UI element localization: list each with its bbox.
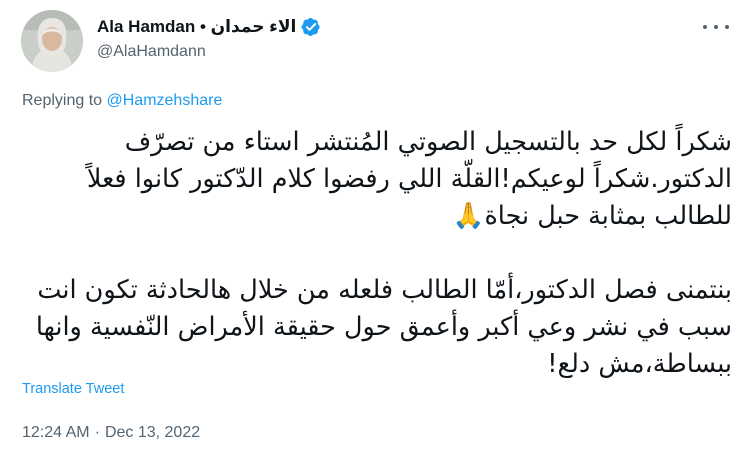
more-dot: [725, 25, 729, 29]
tweet-text: شكراً لكل حد بالتسجيل الصوتي المُنتشر اس…: [20, 124, 732, 383]
replying-to: Replying to @Hamzehshare: [22, 92, 222, 110]
more-dot: [714, 25, 718, 29]
tweet-paragraph-2: بنتمنى فصل الدكتور،أمّا الطالب فلعله من …: [35, 275, 732, 379]
meta-separator: ·: [94, 424, 100, 441]
verified-badge-icon: [301, 17, 321, 37]
replying-to-handle-link[interactable]: @Hamzehshare: [107, 92, 223, 109]
avatar[interactable]: [21, 10, 83, 72]
more-options-icon[interactable]: [703, 18, 729, 36]
translate-tweet-link[interactable]: Translate Tweet: [22, 381, 124, 397]
author-handle[interactable]: @AlaHamdann: [97, 43, 206, 61]
avatar-image: [21, 10, 83, 72]
replying-to-prefix: Replying to: [22, 92, 107, 109]
tweet-date[interactable]: Dec 13, 2022: [105, 424, 200, 441]
author-name-row[interactable]: Ala Hamdan • الاء حمدان: [97, 14, 321, 40]
tweet-timestamp[interactable]: 12:24 AM · Dec 13, 2022: [22, 424, 200, 442]
author-display-name[interactable]: Ala Hamdan • الاء حمدان: [97, 17, 296, 37]
tweet-paragraph-1: شكراً لكل حد بالتسجيل الصوتي المُنتشر اس…: [86, 127, 732, 231]
more-dot: [703, 25, 707, 29]
tweet-time[interactable]: 12:24 AM: [22, 424, 90, 441]
